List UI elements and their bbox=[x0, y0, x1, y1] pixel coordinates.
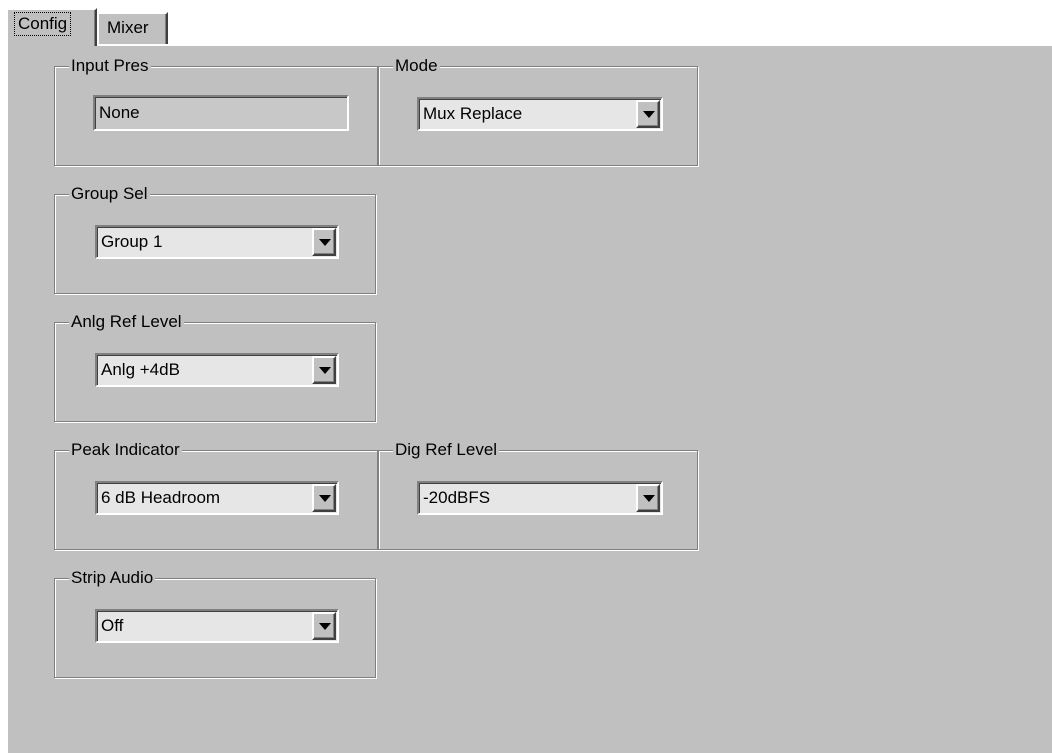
mode-value: Mux Replace bbox=[423, 104, 523, 123]
config-panel: Input Pres None Mode Mux Replace Group S… bbox=[6, 44, 1052, 753]
peak-indicator-title: Peak Indicator bbox=[69, 439, 182, 461]
mode-group: Mode Mux Replace bbox=[378, 55, 698, 166]
strip-audio-value: Off bbox=[101, 616, 124, 635]
strip-audio-group: Strip Audio Off bbox=[54, 567, 376, 678]
chevron-down-icon bbox=[319, 623, 331, 630]
peak-indicator-dropdown-button[interactable] bbox=[312, 484, 336, 512]
app-window: Config Mixer Input Pres None Mode Mux Re… bbox=[0, 0, 1052, 753]
group-sel-value: Group 1 bbox=[101, 232, 163, 251]
strip-audio-select[interactable]: Off bbox=[95, 609, 339, 643]
tab-config-label: Config bbox=[14, 12, 72, 36]
dig-ref-level-title: Dig Ref Level bbox=[393, 439, 500, 461]
group-sel-title: Group Sel bbox=[69, 183, 150, 205]
peak-indicator-group: Peak Indicator 6 dB Headroom bbox=[54, 439, 378, 550]
group-sel-dropdown-button[interactable] bbox=[312, 228, 336, 256]
mode-title: Mode bbox=[393, 55, 440, 77]
dig-ref-level-dropdown-button[interactable] bbox=[636, 484, 660, 512]
mode-select[interactable]: Mux Replace bbox=[417, 97, 663, 131]
tab-mixer[interactable]: Mixer bbox=[97, 12, 168, 44]
input-pres-group: Input Pres None bbox=[54, 55, 378, 166]
peak-indicator-value: 6 dB Headroom bbox=[101, 488, 221, 507]
group-sel-select[interactable]: Group 1 bbox=[95, 225, 339, 259]
peak-indicator-select[interactable]: 6 dB Headroom bbox=[95, 481, 339, 515]
anlg-ref-level-title: Anlg Ref Level bbox=[69, 311, 184, 333]
chevron-down-icon bbox=[319, 239, 331, 246]
input-pres-title: Input Pres bbox=[69, 55, 151, 77]
dig-ref-level-value: -20dBFS bbox=[423, 488, 491, 507]
chevron-down-icon bbox=[643, 111, 655, 118]
anlg-ref-level-select[interactable]: Anlg +4dB bbox=[95, 353, 339, 387]
strip-audio-dropdown-button[interactable] bbox=[312, 612, 336, 640]
chevron-down-icon bbox=[319, 495, 331, 502]
anlg-ref-level-dropdown-button[interactable] bbox=[312, 356, 336, 384]
chevron-down-icon bbox=[319, 367, 331, 374]
strip-audio-title: Strip Audio bbox=[69, 567, 156, 589]
dig-ref-level-group: Dig Ref Level -20dBFS bbox=[378, 439, 698, 550]
chevron-down-icon bbox=[643, 495, 655, 502]
input-pres-field: None bbox=[93, 95, 349, 131]
anlg-ref-level-group: Anlg Ref Level Anlg +4dB bbox=[54, 311, 376, 422]
mode-dropdown-button[interactable] bbox=[636, 100, 660, 128]
tab-mixer-label: Mixer bbox=[107, 18, 149, 37]
input-pres-value: None bbox=[99, 103, 140, 122]
group-sel-group: Group Sel Group 1 bbox=[54, 183, 376, 294]
anlg-ref-level-value: Anlg +4dB bbox=[101, 360, 180, 379]
dig-ref-level-select[interactable]: -20dBFS bbox=[417, 481, 663, 515]
tab-config[interactable]: Config bbox=[6, 8, 97, 46]
